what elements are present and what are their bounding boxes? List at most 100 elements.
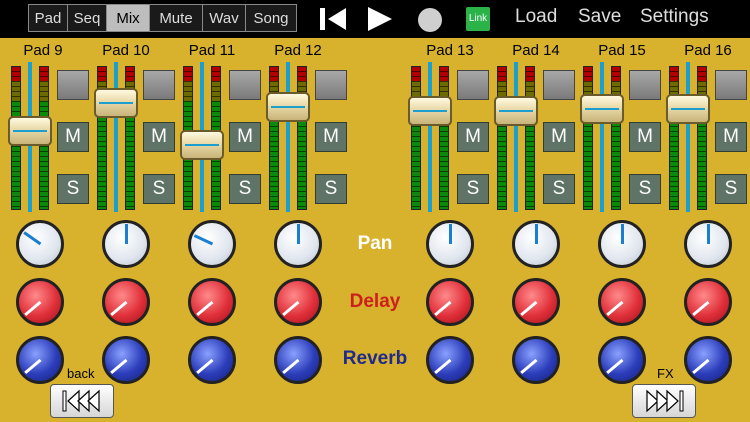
mute-button[interactable]: M	[229, 122, 261, 152]
fader-track	[286, 62, 290, 212]
delay-knob[interactable]	[102, 278, 150, 326]
mute-button[interactable]: M	[543, 122, 575, 152]
knob-indicator	[605, 358, 623, 375]
volume-fader[interactable]	[494, 96, 538, 126]
volume-fader[interactable]	[180, 130, 224, 160]
delay-knob[interactable]	[16, 278, 64, 326]
tab-mute[interactable]: Mute	[149, 4, 203, 32]
skip-back-icon	[62, 389, 100, 413]
volume-fader[interactable]	[408, 96, 452, 126]
knob-indicator	[706, 224, 710, 244]
knob-indicator	[195, 358, 213, 375]
knob-indicator	[195, 300, 213, 317]
back-label: back	[67, 366, 95, 381]
volume-fader[interactable]	[580, 94, 624, 124]
knob-indicator	[448, 224, 452, 244]
delay-knob[interactable]	[598, 278, 646, 326]
knob-indicator	[534, 224, 538, 244]
load-button[interactable]: Load	[515, 6, 557, 28]
save-button[interactable]: Save	[578, 6, 621, 28]
delay-knob[interactable]	[512, 278, 560, 326]
delay-row-label: Delay	[349, 291, 401, 312]
pan-row-label: Pan	[357, 233, 393, 254]
pad-label: Pad 12	[274, 42, 322, 59]
level-meter-right	[439, 66, 449, 210]
solo-button[interactable]: S	[629, 174, 661, 204]
pad-select-button[interactable]	[457, 70, 489, 100]
pad-select-button[interactable]	[629, 70, 661, 100]
tab-seq[interactable]: Seq	[67, 4, 107, 32]
back-button[interactable]	[50, 384, 114, 418]
pan-knob[interactable]	[598, 220, 646, 268]
pan-knob[interactable]	[684, 220, 732, 268]
volume-fader[interactable]	[94, 88, 138, 118]
mute-button[interactable]: M	[457, 122, 489, 152]
mute-button[interactable]: M	[143, 122, 175, 152]
pad-select-button[interactable]	[315, 70, 347, 100]
pan-knob[interactable]	[16, 220, 64, 268]
volume-fader[interactable]	[266, 92, 310, 122]
pan-knob[interactable]	[102, 220, 150, 268]
solo-button[interactable]: S	[315, 174, 347, 204]
solo-button[interactable]: S	[543, 174, 575, 204]
reverb-knob[interactable]	[274, 336, 322, 384]
play-icon	[368, 7, 392, 31]
reverb-knob[interactable]	[188, 336, 236, 384]
pad-label: Pad 11	[188, 42, 236, 59]
solo-button[interactable]: S	[143, 174, 175, 204]
mute-button[interactable]: M	[629, 122, 661, 152]
fx-button[interactable]	[632, 384, 696, 418]
level-meter-right	[697, 66, 707, 210]
knob-indicator	[281, 300, 299, 317]
delay-knob[interactable]	[426, 278, 474, 326]
reverb-knob[interactable]	[512, 336, 560, 384]
pad-select-button[interactable]	[57, 70, 89, 100]
knob-indicator	[23, 300, 41, 317]
reverb-knob[interactable]	[598, 336, 646, 384]
volume-fader[interactable]	[8, 116, 52, 146]
skip-forward-icon	[646, 389, 684, 413]
solo-button[interactable]: S	[229, 174, 261, 204]
mute-button[interactable]: M	[715, 122, 747, 152]
volume-fader[interactable]	[666, 94, 710, 124]
level-meter-left	[269, 66, 279, 210]
reverb-knob[interactable]	[684, 336, 732, 384]
delay-knob[interactable]	[684, 278, 732, 326]
knob-indicator	[124, 224, 128, 244]
level-meter-left	[669, 66, 679, 210]
pad-select-button[interactable]	[543, 70, 575, 100]
solo-button[interactable]: S	[715, 174, 747, 204]
tab-mix[interactable]: Mix	[106, 4, 150, 32]
pan-knob[interactable]	[274, 220, 322, 268]
record-button[interactable]	[417, 7, 443, 38]
rewind-button[interactable]	[320, 7, 348, 36]
level-meter-right	[525, 66, 535, 210]
pad-select-button[interactable]	[715, 70, 747, 100]
reverb-knob[interactable]	[16, 336, 64, 384]
pan-knob[interactable]	[188, 220, 236, 268]
solo-button[interactable]: S	[57, 174, 89, 204]
delay-knob[interactable]	[188, 278, 236, 326]
pad-label: Pad 15	[598, 42, 646, 59]
knob-indicator	[296, 224, 300, 244]
link-button[interactable]: Link	[466, 7, 490, 31]
mute-button[interactable]: M	[315, 122, 347, 152]
tab-pad[interactable]: Pad	[28, 4, 68, 32]
reverb-knob[interactable]	[426, 336, 474, 384]
top-bar: Pad Seq Mix Mute Wav Song Link Load Save…	[0, 0, 750, 38]
knob-indicator	[22, 231, 41, 246]
tab-wav[interactable]: Wav	[202, 4, 246, 32]
play-button[interactable]	[366, 6, 394, 37]
pan-knob[interactable]	[426, 220, 474, 268]
settings-button[interactable]: Settings	[640, 6, 709, 28]
pad-select-button[interactable]	[143, 70, 175, 100]
pan-knob[interactable]	[512, 220, 560, 268]
pad-select-button[interactable]	[229, 70, 261, 100]
tab-song[interactable]: Song	[245, 4, 297, 32]
mute-button[interactable]: M	[57, 122, 89, 152]
delay-knob[interactable]	[274, 278, 322, 326]
reverb-knob[interactable]	[102, 336, 150, 384]
solo-button[interactable]: S	[457, 174, 489, 204]
fader-track	[514, 62, 518, 212]
pad-label: Pad 9	[23, 42, 63, 59]
